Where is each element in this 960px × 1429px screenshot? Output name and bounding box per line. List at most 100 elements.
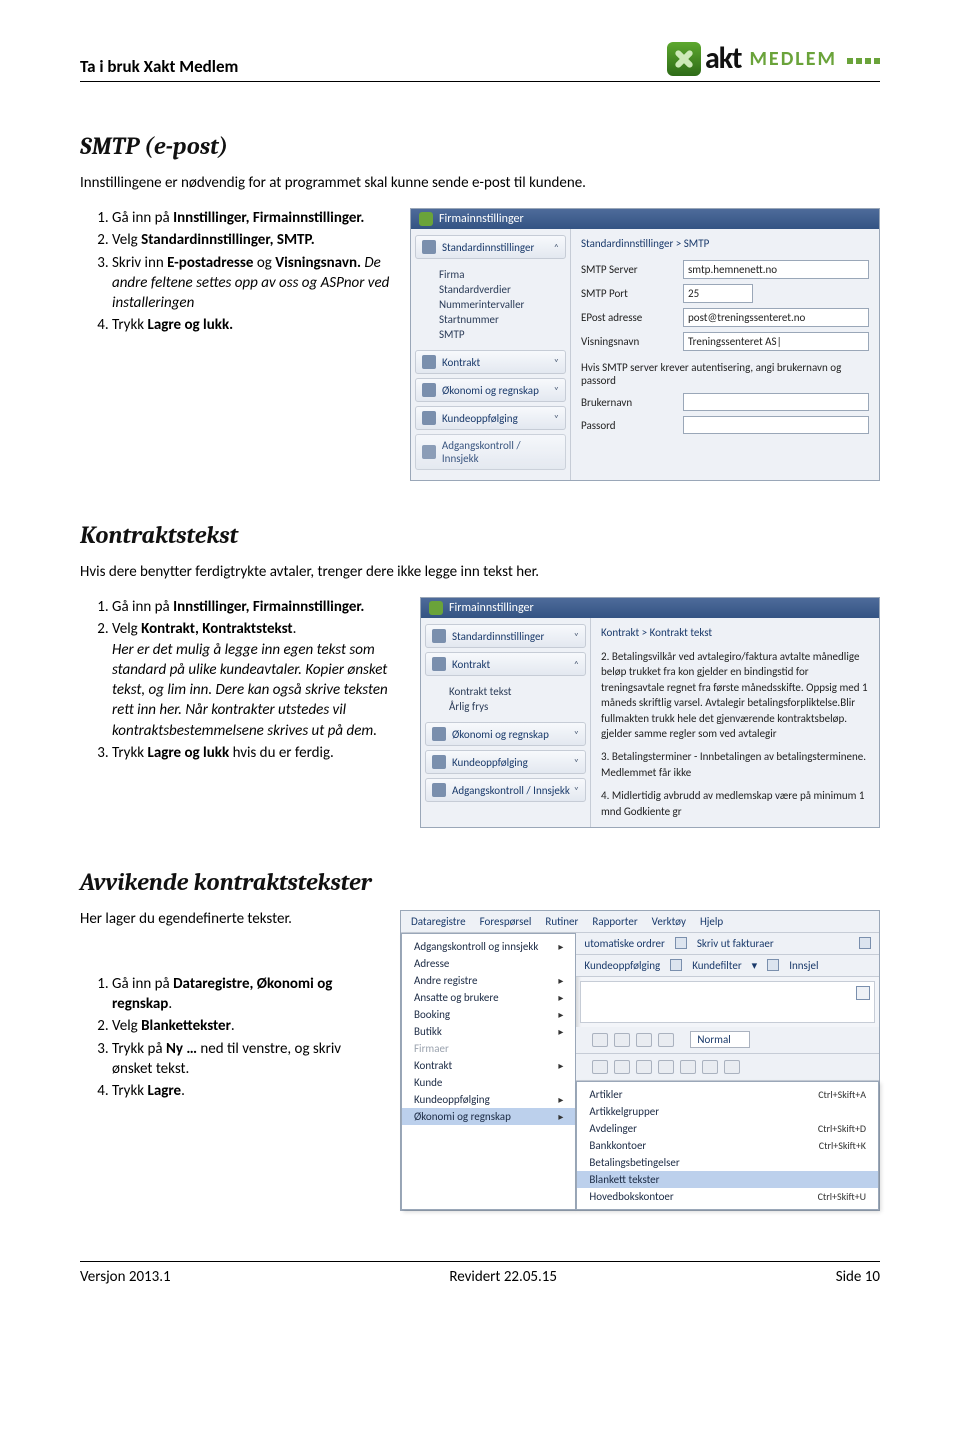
info-icon[interactable]	[859, 937, 871, 949]
smi-betalingsbetingelser[interactable]: Betalingsbetingelser	[577, 1154, 878, 1171]
nav-kundeoppfolging[interactable]: Kundeoppfølging ˅	[425, 750, 586, 774]
label-brukernavn: Brukernavn	[581, 396, 673, 409]
nav-kontrakt-tekst[interactable]: Kontrakt tekst	[449, 684, 576, 699]
mi-adresse[interactable]: Adresse	[402, 955, 575, 972]
mi-adgangskontroll[interactable]: Adgangskontroll og innsjekk▸	[402, 938, 575, 955]
tb-skriv-fakturaer[interactable]: Skriv ut fakturaer	[697, 937, 774, 950]
step-3: Trykk Lagre og lukk hvis du er ferdig.	[112, 743, 400, 763]
page-footer: Versjon 2013.1 Revidert 22.05.15 Side 10	[80, 1261, 880, 1286]
smi-blankett-tekster[interactable]: Blankett tekster	[577, 1171, 878, 1188]
field-brukernavn[interactable]	[683, 393, 869, 411]
heading-avvikende: Avvikende kontraktstekster	[80, 868, 880, 896]
footer-page: Side 10	[836, 1268, 880, 1286]
contract-icon	[432, 657, 446, 671]
nav-standardinnstillinger[interactable]: Standardinnstillinger ˄	[415, 235, 566, 259]
mi-kundeoppfolging[interactable]: Kundeoppfølging▸	[402, 1091, 575, 1108]
row-passord: Passord	[581, 416, 869, 434]
field-passord[interactable]	[683, 416, 869, 434]
row-smtp-server: SMTP Server smtp.hemnenett.no	[581, 260, 869, 279]
step-4: Trykk Lagre.	[112, 1081, 380, 1101]
window-title: Firmainnstillinger	[421, 598, 879, 618]
tb-kundeoppfolging[interactable]: Kundeoppfølging	[584, 959, 660, 972]
dropdown-dataregistre: Adgangskontroll og innsjekk▸ Adresse And…	[401, 933, 576, 1210]
label-smtp-server: SMTP Server	[581, 263, 673, 276]
mi-kontrakt[interactable]: Kontrakt▸	[402, 1057, 575, 1074]
tb-icons-1	[592, 1033, 674, 1047]
screenshot-kontrakt: Firmainnstillinger Standardinnstillinger…	[420, 597, 880, 828]
nav-kontrakt[interactable]: Kontrakt ˄	[425, 652, 586, 676]
auth-note: Hvis SMTP server krever autentisering, a…	[581, 361, 869, 387]
field-smtp-server[interactable]: smtp.hemnenett.no	[683, 260, 869, 279]
economy-icon	[432, 727, 446, 741]
smi-hovedbokskontoer[interactable]: HovedbokskontoerCtrl+Skift+U	[577, 1188, 878, 1205]
doc-icon	[422, 240, 436, 254]
heading-smtp: SMTP (e-post)	[80, 132, 880, 160]
chevron-down-icon: ˅	[554, 356, 559, 369]
chevron-down-icon: ˅	[574, 784, 579, 797]
field-smtp-port[interactable]: 25	[683, 284, 753, 303]
mi-booking[interactable]: Booking▸	[402, 1006, 575, 1023]
nav-kundeoppfolging[interactable]: Kundeoppfølging ˅	[415, 406, 566, 430]
contract-body-3: 3. Betalingsterminer - Innbetalingen av …	[601, 749, 869, 780]
label-epost: EPost adresse	[581, 311, 673, 324]
smi-bankkontoer[interactable]: BankkontoerCtrl+Skift+K	[577, 1137, 878, 1154]
steps-kontraktstekst: Gå inn på Innstillinger, Firmainnstillin…	[80, 597, 400, 763]
nav-arlig-frys[interactable]: Årlig frys	[449, 699, 576, 714]
tb-innsjel[interactable]: Innsjel	[789, 959, 818, 972]
window-title-text: Firmainnstillinger	[449, 601, 534, 615]
nav-adgangskontroll[interactable]: Adgangskontroll / Innsjekk	[415, 434, 566, 470]
nav-okonomi[interactable]: Økonomi og regnskap ˅	[425, 722, 586, 746]
label-visningsnavn: Visningsnavn	[581, 335, 673, 348]
toolbar-row-1: utomatiske ordrer Skriv ut fakturaer	[576, 933, 879, 955]
doc-icon	[432, 629, 446, 643]
menu-rapporter[interactable]: Rapporter	[592, 915, 637, 928]
smi-artikler[interactable]: ArtiklerCtrl+Skift+A	[577, 1086, 878, 1103]
checkbox[interactable]	[856, 986, 870, 1000]
menu-verktoy[interactable]: Verktøy	[652, 915, 686, 928]
window-title-text: Firmainnstillinger	[439, 212, 524, 226]
logo-dots-icon	[847, 58, 880, 64]
style-combo[interactable]: Normal	[690, 1031, 749, 1048]
step-1: Gå inn på Dataregistre, Økonomi og regns…	[112, 974, 380, 1015]
menu-dataregistre[interactable]: Dataregistre	[411, 915, 466, 928]
field-epost[interactable]: post@treningssenteret.no	[683, 308, 869, 327]
mi-butikk[interactable]: Butikk▸	[402, 1023, 575, 1040]
smi-avdelinger[interactable]: AvdelingerCtrl+Skift+D	[577, 1120, 878, 1137]
menu-hjelp[interactable]: Hjelp	[700, 915, 723, 928]
mi-kunde[interactable]: Kunde	[402, 1074, 575, 1091]
menu-bar: Dataregistre Forespørsel Rutiner Rapport…	[401, 911, 879, 933]
mi-ansatte[interactable]: Ansatte og brukere▸	[402, 989, 575, 1006]
tb-auto-ordrer[interactable]: utomatiske ordrer	[584, 937, 664, 950]
economy-icon	[422, 383, 436, 397]
smi-artikkelgrupper[interactable]: Artikkelgrupper	[577, 1103, 878, 1120]
mi-firmaer: Firmaer	[402, 1040, 575, 1057]
page-header: Ta i bruk Xakt Medlem akt MEDLEM	[80, 40, 880, 82]
nav-adgangskontroll[interactable]: Adgangskontroll / Innsjekk ˅	[425, 778, 586, 802]
menu-foresporsel[interactable]: Forespørsel	[480, 915, 532, 928]
menu-rutiner[interactable]: Rutiner	[545, 915, 578, 928]
logo-sub: MEDLEM	[749, 47, 837, 71]
customer-icon	[422, 411, 436, 425]
row-visningsnavn: Visningsnavn Treningssenteret AS|	[581, 332, 869, 351]
field-visningsnavn[interactable]: Treningssenteret AS|	[683, 332, 869, 351]
customer-icon	[432, 755, 446, 769]
chevron-down-icon: ˅	[554, 412, 559, 425]
nav-standardverdier[interactable]: Standardverdier	[439, 282, 556, 297]
step-2-desc: Her er det mulig å legge inn egen tekst …	[112, 641, 388, 740]
nav-firma[interactable]: Firma	[439, 267, 556, 282]
checkin-icon	[767, 959, 779, 971]
mi-okonomi[interactable]: Økonomi og regnskap▸	[402, 1108, 575, 1125]
intro-smtp: Innstillingene er nødvendig for at progr…	[80, 174, 880, 192]
nav-okonomi[interactable]: Økonomi og regnskap ˅	[415, 378, 566, 402]
nav-nummerintervaller[interactable]: Nummerintervaller	[439, 297, 556, 312]
nav-standardinnstillinger[interactable]: Standardinnstillinger ˅	[425, 624, 586, 648]
label-smtp-port: SMTP Port	[581, 287, 673, 300]
chevron-down-icon: ˅	[554, 384, 559, 397]
settings-nav: Standardinnstillinger ˄ Firma Standardve…	[411, 229, 571, 480]
mi-andre-registre[interactable]: Andre registre▸	[402, 972, 575, 989]
tb-kundefilter[interactable]: Kundefilter	[692, 959, 741, 972]
nav-kontrakt[interactable]: Kontrakt ˅	[415, 350, 566, 374]
nav-startnummer[interactable]: Startnummer	[439, 312, 556, 327]
logo-mark-icon	[667, 42, 701, 76]
nav-smtp[interactable]: SMTP	[439, 327, 556, 342]
